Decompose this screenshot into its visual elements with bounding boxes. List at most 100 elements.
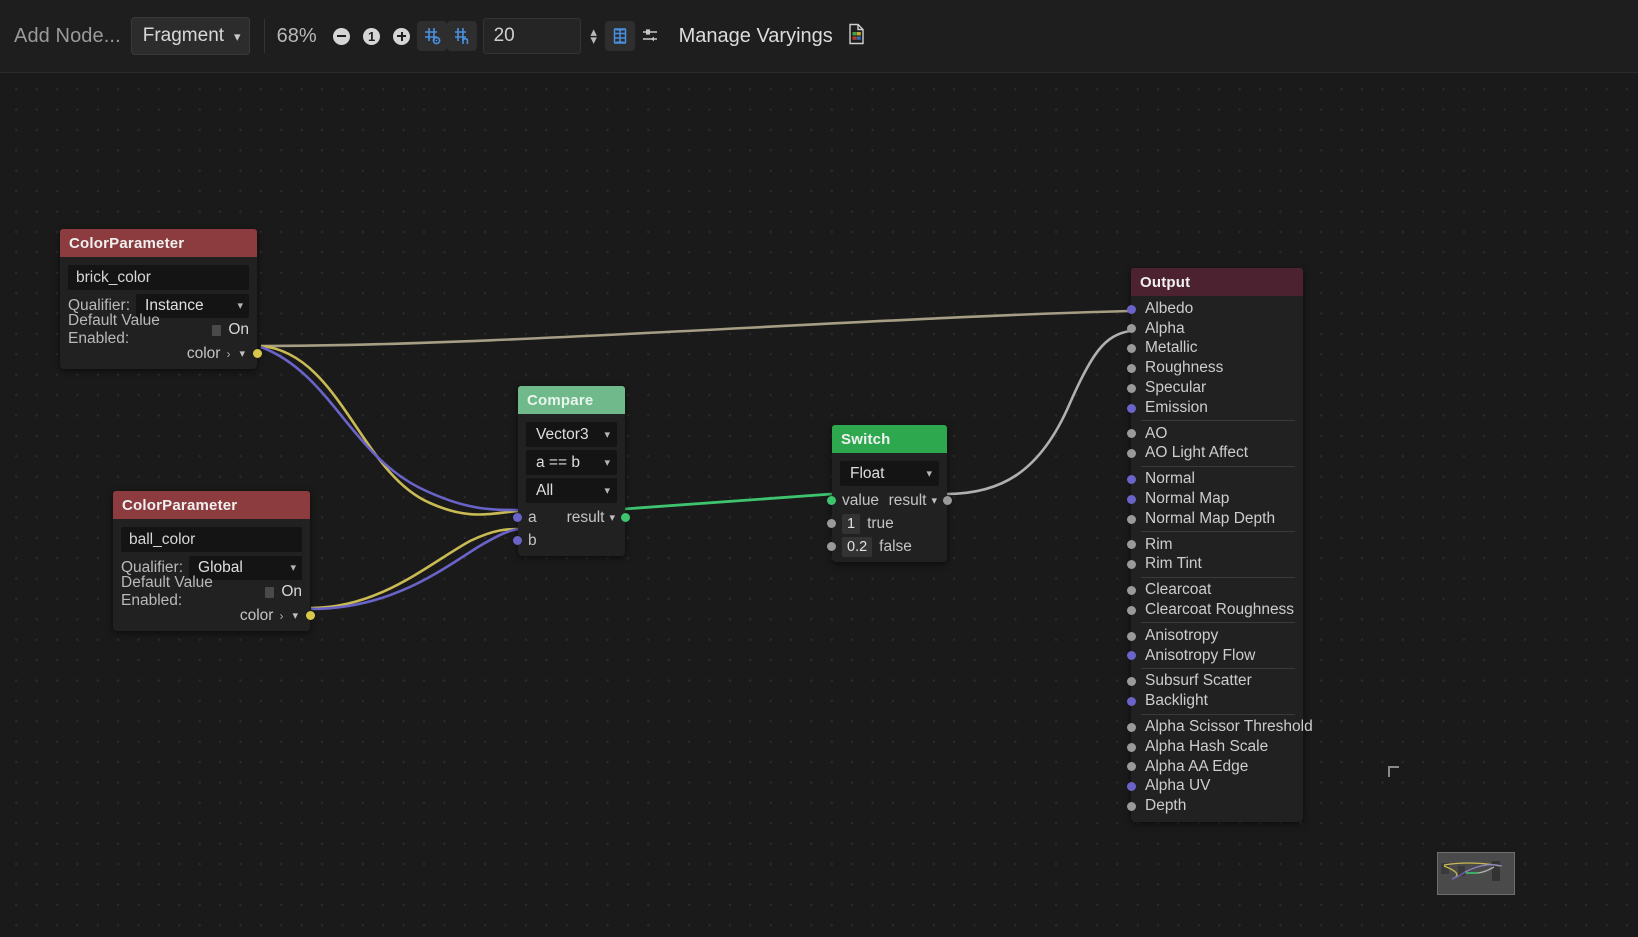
input-port-dot[interactable]: [1126, 722, 1136, 732]
chevron-down-icon[interactable]: ▾: [931, 494, 937, 507]
input-port-dot[interactable]: [1126, 585, 1136, 595]
node-header[interactable]: Compare: [518, 386, 625, 414]
input-port-dot[interactable]: [1126, 540, 1136, 550]
default-value-checkbox[interactable]: [211, 324, 222, 336]
minimap-panel[interactable]: [1388, 766, 1638, 937]
output-port-item[interactable]: Backlight: [1126, 691, 1303, 711]
snap-to-grid-icon[interactable]: [416, 21, 447, 51]
parameter-name-input[interactable]: brick_color: [68, 265, 249, 290]
input-port-dot[interactable]: [1126, 383, 1136, 393]
input-port-value[interactable]: [827, 496, 836, 505]
minimap-viewport[interactable]: [1437, 852, 1515, 895]
output-port-item[interactable]: Specular: [1126, 378, 1303, 398]
input-port-dot[interactable]: [1126, 494, 1136, 504]
output-port-item[interactable]: AO Light Affect: [1126, 444, 1303, 464]
output-port-item[interactable]: Normal: [1126, 469, 1303, 489]
input-port-dot[interactable]: [1126, 782, 1136, 792]
input-port-dot[interactable]: [1126, 742, 1136, 752]
output-port-item[interactable]: Rim Tint: [1126, 555, 1303, 575]
input-port-dot[interactable]: [1126, 449, 1136, 459]
input-port-dot[interactable]: [1126, 651, 1136, 661]
output-port-item[interactable]: Alpha AA Edge: [1126, 757, 1303, 777]
input-port-dot[interactable]: [1126, 631, 1136, 641]
input-port-dot[interactable]: [1126, 801, 1136, 811]
output-port-item[interactable]: Alpha UV: [1126, 777, 1303, 797]
zoom-reset-icon[interactable]: 1: [357, 21, 387, 51]
output-port-item[interactable]: Emission: [1126, 398, 1303, 418]
input-port-dot[interactable]: [1126, 344, 1136, 354]
output-port-item[interactable]: Clearcoat Roughness: [1126, 600, 1303, 620]
input-port-dot[interactable]: [1126, 474, 1136, 484]
minimap-toggle-icon[interactable]: [635, 21, 665, 51]
input-port-false[interactable]: [827, 542, 836, 551]
output-port-item[interactable]: Metallic: [1126, 339, 1303, 359]
chevron-down-icon[interactable]: ▾: [239, 347, 245, 360]
zoom-in-icon[interactable]: [387, 21, 417, 51]
input-port-b[interactable]: [513, 536, 522, 545]
output-port-item[interactable]: Clearcoat: [1126, 580, 1303, 600]
manage-varyings-button[interactable]: Manage Varyings: [679, 25, 833, 48]
document-icon[interactable]: [847, 23, 866, 50]
false-value-input[interactable]: 0.2: [842, 536, 873, 557]
output-port-color[interactable]: [306, 611, 315, 620]
input-port-dot[interactable]: [1126, 560, 1136, 570]
output-port-item[interactable]: Anisotropy: [1126, 626, 1303, 646]
output-port-item[interactable]: Rim: [1126, 535, 1303, 555]
node-switch[interactable]: Switch Float ▾ value result ▾ 1 true 0.2…: [827, 425, 952, 562]
output-port-color[interactable]: [253, 349, 262, 358]
grid-visible-icon[interactable]: [604, 21, 635, 51]
output-port-item[interactable]: Alpha: [1126, 319, 1303, 339]
node-output[interactable]: Output Albedo Alpha Metallic Roughness Specu…: [1126, 268, 1313, 823]
compare-condition-select[interactable]: a == b ▾: [526, 450, 617, 475]
output-port-item[interactable]: Normal Map Depth: [1126, 509, 1303, 529]
node-colorparameter-ball[interactable]: ColorParameter ball_color Qualifier: Glo…: [113, 491, 315, 631]
graph-canvas[interactable]: ColorParameter brick_color Qualifier: In…: [0, 73, 1638, 937]
output-port-item[interactable]: Alpha Scissor Threshold: [1126, 717, 1313, 737]
node-header[interactable]: ColorParameter: [60, 229, 257, 257]
output-port-result[interactable]: [621, 513, 630, 522]
input-port-a[interactable]: [513, 513, 522, 522]
shader-stage-select[interactable]: Fragment ▾: [130, 17, 250, 55]
node-header[interactable]: Output: [1131, 268, 1303, 296]
output-port-item[interactable]: Albedo: [1126, 299, 1303, 319]
compare-mode-select[interactable]: All ▾: [526, 478, 617, 503]
chevron-down-icon[interactable]: ▾: [292, 609, 298, 622]
zoom-out-icon[interactable]: [327, 21, 357, 51]
node-header[interactable]: Switch: [832, 425, 947, 453]
node-header[interactable]: ColorParameter: [113, 491, 310, 519]
output-port-label: Alpha Scissor Threshold: [1145, 718, 1313, 736]
output-port-item[interactable]: AO: [1126, 424, 1303, 444]
output-port-result[interactable]: [943, 496, 952, 505]
input-port-dot[interactable]: [1126, 304, 1136, 314]
switch-type-select[interactable]: Float ▾: [840, 461, 939, 486]
grid-pattern-icon[interactable]: [446, 21, 477, 51]
node-colorparameter-brick[interactable]: ColorParameter brick_color Qualifier: In…: [60, 229, 262, 369]
input-port-dot[interactable]: [1126, 514, 1136, 524]
output-port-item[interactable]: Subsurf Scatter: [1126, 672, 1303, 692]
add-node-button[interactable]: Add Node...: [14, 25, 121, 48]
input-port-dot[interactable]: [1126, 605, 1136, 615]
output-port-item[interactable]: Normal Map: [1126, 489, 1303, 509]
chevron-right-icon[interactable]: ›: [279, 609, 283, 623]
output-port-item[interactable]: Anisotropy Flow: [1126, 646, 1303, 666]
output-port-item[interactable]: Depth: [1126, 796, 1303, 816]
input-port-dot[interactable]: [1126, 429, 1136, 439]
input-port-dot[interactable]: [1126, 363, 1136, 373]
output-port-item[interactable]: Roughness: [1126, 358, 1303, 378]
grid-size-stepper[interactable]: ▴ ▾: [585, 25, 603, 46]
input-port-dot[interactable]: [1126, 696, 1136, 706]
chevron-right-icon[interactable]: ›: [226, 347, 230, 361]
output-port-item[interactable]: Alpha Hash Scale: [1126, 737, 1303, 757]
chevron-down-icon[interactable]: ▾: [609, 511, 615, 524]
true-value-input[interactable]: 1: [842, 513, 861, 534]
input-port-dot[interactable]: [1126, 762, 1136, 772]
input-port-dot[interactable]: [1126, 324, 1136, 334]
grid-size-input[interactable]: 20: [482, 18, 581, 54]
compare-type-select[interactable]: Vector3 ▾: [526, 422, 617, 447]
input-port-true[interactable]: [827, 519, 836, 528]
input-port-dot[interactable]: [1126, 677, 1136, 687]
node-compare[interactable]: Compare Vector3 ▾ a == b ▾ All ▾ a resul…: [513, 386, 630, 556]
input-port-dot[interactable]: [1126, 403, 1136, 413]
parameter-name-input[interactable]: ball_color: [121, 527, 302, 552]
default-value-checkbox[interactable]: [264, 586, 275, 598]
